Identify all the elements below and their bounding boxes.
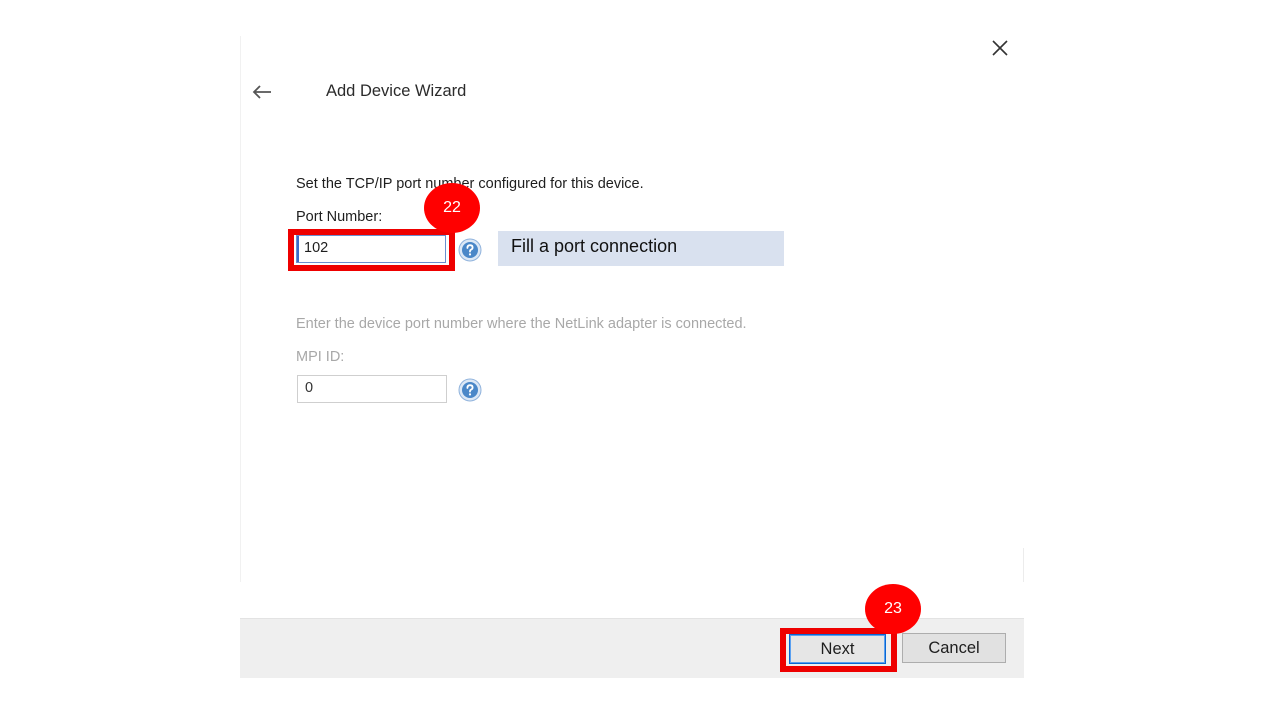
port-number-label: Port Number: [296,209,383,225]
help-icon[interactable] [458,378,482,402]
wizard-title: Add Device Wizard [326,82,467,100]
close-button[interactable] [986,34,1014,62]
dialog-border-left [240,36,241,582]
mpi-instruction: Enter the device port number where the N… [296,316,747,332]
back-arrow-icon [252,85,271,99]
port-number-input[interactable]: 102 [296,235,446,263]
instruction-callout: Fill a port connection [498,231,784,266]
help-icon[interactable] [458,238,482,262]
close-icon [992,40,1008,56]
step-badge-23: 23 [865,584,921,634]
wizard-dialog [240,32,1024,678]
mpi-id-label: MPI ID: [296,349,345,365]
mpi-id-input[interactable]: 0 [297,375,447,403]
step-badge-22: 22 [424,183,480,233]
next-button[interactable]: Next [789,634,886,664]
back-button[interactable] [248,78,276,106]
cancel-button[interactable]: Cancel [902,633,1006,663]
dialog-border-right [1023,548,1024,582]
